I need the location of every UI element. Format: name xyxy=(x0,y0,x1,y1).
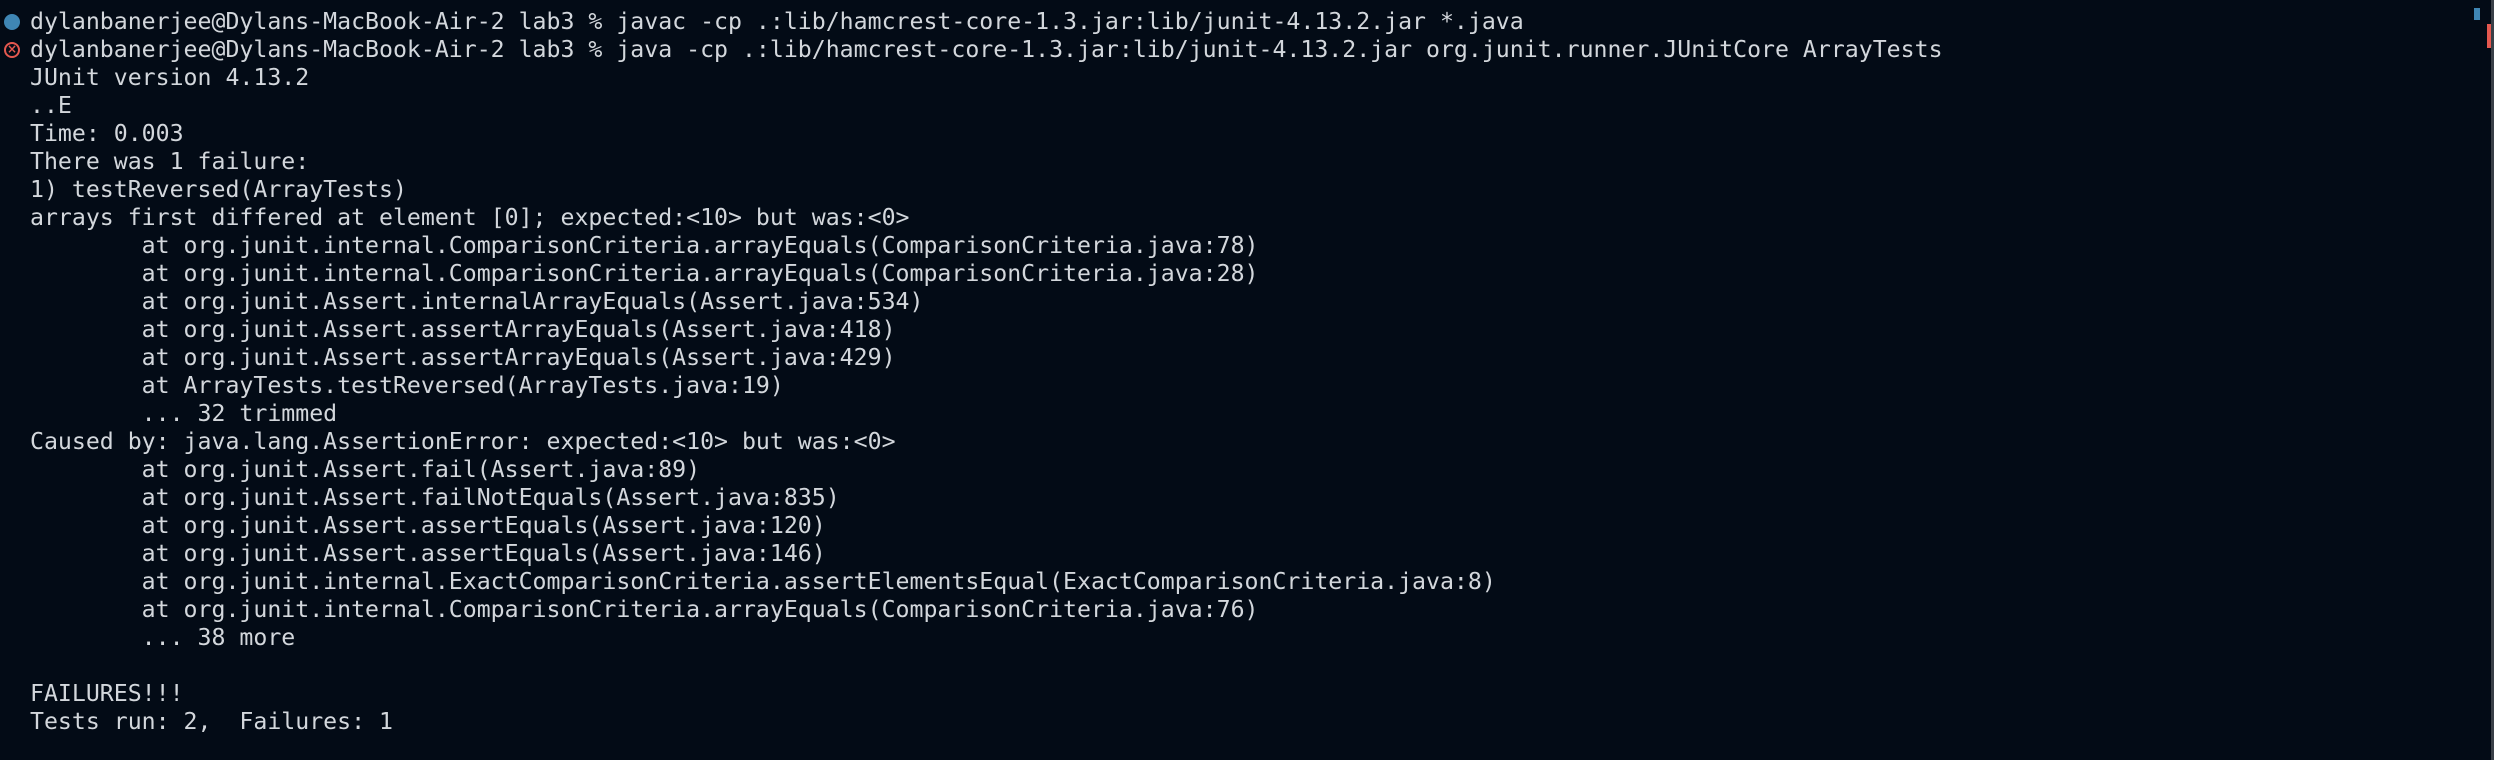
line-text: dylanbanerjee@Dylans-MacBook-Air-2 lab3 … xyxy=(30,8,1524,35)
line-text: at org.junit.internal.ExactComparisonCri… xyxy=(30,568,1496,595)
line-text: at org.junit.internal.ComparisonCriteria… xyxy=(30,232,1259,259)
line-text: at org.junit.Assert.assertArrayEquals(As… xyxy=(30,316,896,343)
output-line: Tests run: 2, Failures: 1 xyxy=(0,708,2480,736)
output-line: at org.junit.Assert.internalArrayEquals(… xyxy=(0,288,2480,316)
output-line: ... 38 more xyxy=(0,624,2480,652)
output-line: JUnit version 4.13.2 xyxy=(0,64,2480,92)
line-text: JUnit version 4.13.2 xyxy=(30,64,310,91)
line-text: Time: 0.003 xyxy=(30,120,184,147)
line-text: dylanbanerjee@Dylans-MacBook-Air-2 lab3 … xyxy=(30,36,1943,63)
output-line: at org.junit.Assert.assertEquals(Assert.… xyxy=(0,540,2480,568)
output-line: There was 1 failure: xyxy=(0,148,2480,176)
command-error-icon[interactable]: × xyxy=(4,42,20,58)
line-text: at org.junit.Assert.fail(Assert.java:89) xyxy=(30,456,701,483)
output-line: at org.junit.Assert.assertEquals(Assert.… xyxy=(0,512,2480,540)
output-line: Time: 0.003 xyxy=(0,120,2480,148)
line-text: ... 38 more xyxy=(30,624,296,651)
line-text: FAILURES!!! xyxy=(30,680,184,707)
line-text: Caused by: java.lang.AssertionError: exp… xyxy=(30,428,896,455)
output-line: at org.junit.internal.ExactComparisonCri… xyxy=(0,568,2480,596)
line-text: ..E xyxy=(30,92,72,119)
output-line: at org.junit.internal.ComparisonCriteria… xyxy=(0,596,2480,624)
line-text: Tests run: 2, Failures: 1 xyxy=(30,708,393,735)
line-text: There was 1 failure: xyxy=(30,148,310,175)
output-line: at org.junit.internal.ComparisonCriteria… xyxy=(0,260,2480,288)
line-text: at org.junit.Assert.assertArrayEquals(As… xyxy=(30,344,896,371)
terminal-output[interactable]: dylanbanerjee@Dylans-MacBook-Air-2 lab3 … xyxy=(0,8,2480,736)
output-line: ..E xyxy=(0,92,2480,120)
output-line: 1) testReversed(ArrayTests) xyxy=(0,176,2480,204)
line-text: at org.junit.internal.ComparisonCriteria… xyxy=(30,260,1259,287)
output-line: Caused by: java.lang.AssertionError: exp… xyxy=(0,428,2480,456)
command-line: dylanbanerjee@Dylans-MacBook-Air-2 lab3 … xyxy=(0,8,2480,36)
output-line: at org.junit.internal.ComparisonCriteria… xyxy=(0,232,2480,260)
output-line: at org.junit.Assert.assertArrayEquals(As… xyxy=(0,316,2480,344)
scrollbar-command-marker xyxy=(2474,8,2480,20)
line-text: arrays first differed at element [0]; ex… xyxy=(30,204,910,231)
output-line: at ArrayTests.testReversed(ArrayTests.ja… xyxy=(0,372,2480,400)
output-line: at org.junit.Assert.fail(Assert.java:89) xyxy=(0,456,2480,484)
output-line: ... 32 trimmed xyxy=(0,400,2480,428)
line-text: ... 32 trimmed xyxy=(30,400,338,427)
output-line: arrays first differed at element [0]; ex… xyxy=(0,204,2480,232)
line-text: at org.junit.Assert.assertEquals(Assert.… xyxy=(30,540,826,567)
line-text: at org.junit.Assert.internalArrayEquals(… xyxy=(30,288,924,315)
line-text: at org.junit.Assert.assertEquals(Assert.… xyxy=(30,512,826,539)
command-line: × dylanbanerjee@Dylans-MacBook-Air-2 lab3… xyxy=(0,36,2480,64)
line-text: 1) testReversed(ArrayTests) xyxy=(30,176,407,203)
output-line: at org.junit.Assert.failNotEquals(Assert… xyxy=(0,484,2480,512)
line-text: at org.junit.internal.ComparisonCriteria… xyxy=(30,596,1259,623)
output-line: at org.junit.Assert.assertArrayEquals(As… xyxy=(0,344,2480,372)
line-text: at org.junit.Assert.failNotEquals(Assert… xyxy=(30,484,840,511)
output-line: FAILURES!!! xyxy=(0,680,2480,708)
line-text: at ArrayTests.testReversed(ArrayTests.ja… xyxy=(30,372,784,399)
command-success-icon[interactable] xyxy=(4,14,20,30)
